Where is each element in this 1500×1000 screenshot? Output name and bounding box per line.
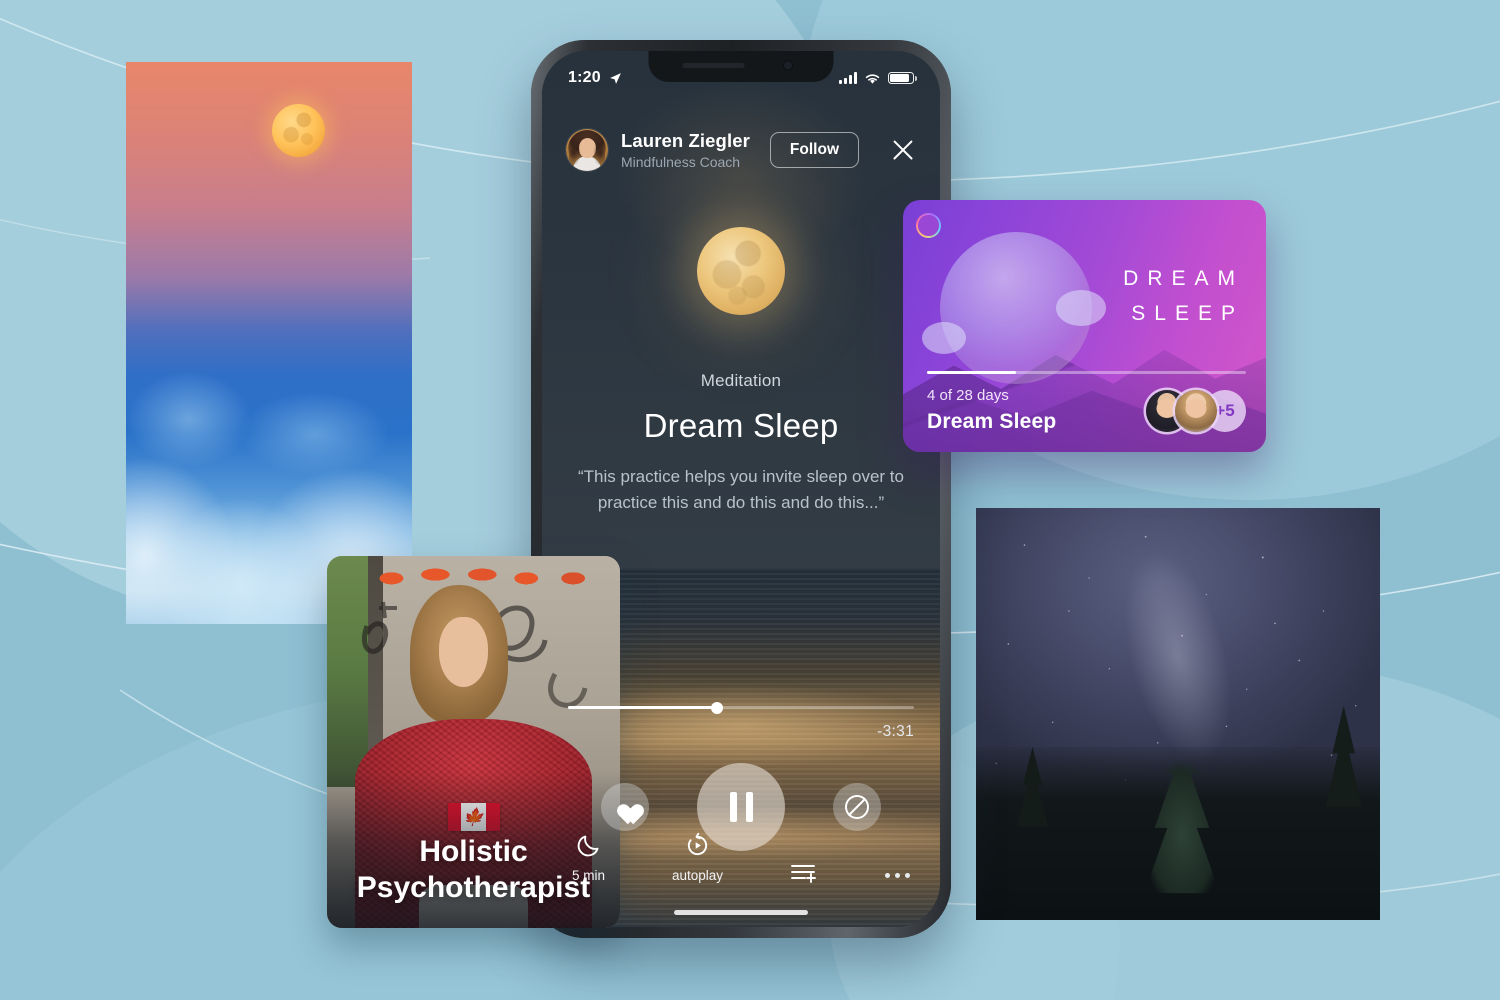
card-brand-line2: SLEEP — [1131, 301, 1244, 325]
meditation-title: Dream Sleep — [643, 407, 839, 444]
pause-icon — [729, 792, 753, 822]
card-progress-fill — [927, 371, 1017, 374]
coach-role: Mindfulness Coach — [621, 153, 741, 170]
card-moon-orb — [922, 232, 1106, 384]
autoplay-button[interactable]: autoplay — [672, 832, 723, 883]
status-bar-right — [839, 71, 917, 85]
card-footer: 4 of 28 days Dream Sleep +5 — [927, 371, 1246, 434]
sleep-timer-button[interactable]: 5 min — [572, 832, 605, 883]
starry-forest-photo — [976, 508, 1380, 920]
phone-mockup: 1:20 Lauren Ziegler Mindfulness Coach Fo… — [531, 40, 951, 938]
block-button[interactable] — [833, 783, 881, 831]
card-days-label: 4 of 28 days — [927, 387, 1009, 404]
follow-button[interactable]: Follow — [769, 132, 859, 168]
app-header: Lauren Ziegler Mindfulness Coach Follow — [542, 129, 940, 171]
autoplay-replay-icon — [687, 832, 708, 856]
progress-knob[interactable] — [710, 701, 723, 714]
coach-info: Lauren Ziegler Mindfulness Coach — [621, 130, 757, 170]
block-icon — [845, 795, 869, 819]
add-to-playlist-icon — [791, 865, 816, 883]
player-bottom-bar: 5 min autoplay — [542, 832, 940, 883]
card-info-row: 4 of 28 days Dream Sleep +5 — [927, 387, 1246, 434]
more-options-icon — [884, 873, 910, 883]
playback-progress[interactable]: -3:31 — [542, 701, 940, 741]
card-progress-track[interactable] — [927, 371, 1246, 374]
sleep-timer-label: 5 min — [572, 868, 606, 883]
person-face — [439, 617, 489, 687]
status-time: 1:20 — [568, 69, 601, 86]
add-to-playlist-button[interactable] — [790, 861, 818, 883]
progress-track[interactable] — [568, 701, 914, 714]
card-brand-text: DREAM SLEEP — [1123, 262, 1244, 331]
status-bar-left: 1:20 — [568, 69, 622, 87]
orb-cloud-right — [1056, 290, 1106, 326]
status-bar: 1:20 — [542, 51, 940, 95]
location-arrow-icon — [609, 72, 621, 84]
card-brand-line1: DREAM — [1123, 267, 1244, 290]
meditation-kicker: Meditation — [700, 371, 782, 390]
close-icon[interactable] — [890, 137, 916, 163]
home-indicator — [674, 910, 808, 915]
member-avatar-2 — [1175, 390, 1217, 432]
coach-name: Lauren Ziegler — [621, 129, 750, 151]
card-text-block: 4 of 28 days Dream Sleep — [927, 387, 1056, 434]
full-moon-icon — [697, 227, 785, 315]
sunset-moon-photo — [126, 62, 412, 624]
phone-screen: 1:20 Lauren Ziegler Mindfulness Coach Fo… — [542, 51, 940, 927]
battery-icon — [888, 71, 917, 85]
more-options-button[interactable] — [884, 873, 910, 883]
wifi-icon — [865, 73, 880, 84]
heart-icon — [613, 796, 637, 818]
photo-moon-icon — [271, 103, 325, 157]
card-member-avatars[interactable]: +5 — [1146, 390, 1246, 434]
card-title: Dream Sleep — [927, 410, 1057, 433]
avatar-hair-front — [569, 135, 605, 167]
meditation-quote: “This practice helps you invite sleep ov… — [578, 467, 904, 512]
meditation-info: Meditation Dream Sleep “This practice he… — [542, 371, 940, 515]
orb-cloud-left — [922, 322, 966, 354]
like-button[interactable] — [601, 783, 649, 831]
cellular-signal-icon — [839, 72, 857, 84]
coach-avatar[interactable] — [566, 129, 608, 171]
dream-sleep-card[interactable]: DREAM SLEEP 4 of 28 days Dream Sleep +5 — [903, 200, 1266, 452]
time-remaining: -3:31 — [877, 723, 914, 740]
story-ring-icon[interactable] — [916, 213, 941, 238]
autoplay-label: autoplay — [671, 868, 724, 883]
progress-fill — [568, 706, 717, 709]
moon-icon — [577, 835, 599, 857]
